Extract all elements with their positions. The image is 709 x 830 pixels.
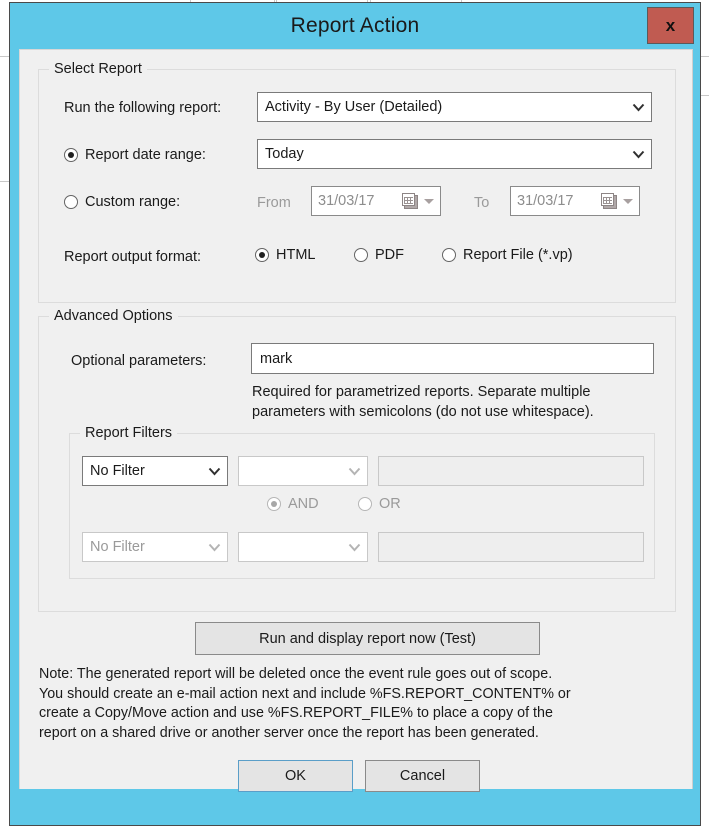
filter-1-type-value: No Filter (90, 463, 145, 479)
chevron-down-icon (424, 198, 434, 204)
filter-1-field-select[interactable] (238, 456, 368, 486)
format-radio-html-label: HTML (276, 247, 316, 263)
from-date-controls[interactable] (402, 192, 440, 210)
report-date-range-radio[interactable]: Report date range: (64, 147, 206, 163)
chevron-down-icon (341, 543, 367, 552)
optional-parameters-hint-line-1: Required for parametrized reports. Separ… (252, 384, 591, 400)
chevron-down-icon (201, 467, 227, 476)
run-report-label: Run the following report: (64, 100, 222, 116)
optional-parameters-value: mark (260, 350, 293, 367)
dialog-body: Select Report Run the following report: … (19, 49, 693, 792)
to-date-controls[interactable] (601, 192, 639, 210)
advanced-options-group-title: Advanced Options (49, 308, 178, 324)
select-report-group-title: Select Report (49, 61, 147, 77)
ok-button[interactable]: OK (238, 760, 353, 792)
chevron-down-icon (625, 150, 651, 159)
close-button[interactable]: x (647, 7, 694, 44)
filter-join-and-label: AND (288, 496, 319, 512)
dialog-titlebar: Report Action x (10, 3, 700, 49)
filter-1-value-input[interactable] (378, 456, 644, 486)
format-radio-report-file[interactable]: Report File (*.vp) (442, 247, 573, 263)
date-range-select-value: Today (265, 146, 304, 162)
screen: Report Action x Select Report Run the fo… (0, 0, 709, 830)
radio-dot-icon (255, 248, 269, 262)
radio-dot-icon (354, 248, 368, 262)
footer-note-line-1: Note: The generated report will be delet… (39, 666, 553, 682)
chevron-down-icon (201, 543, 227, 552)
run-test-button[interactable]: Run and display report now (Test) (195, 622, 540, 655)
filter-2-type-select[interactable]: No Filter (82, 532, 228, 562)
from-date-picker[interactable]: 31/03/17 (311, 186, 441, 216)
filter-2-field-select[interactable] (238, 532, 368, 562)
select-report-group: Select Report Run the following report: … (38, 61, 676, 303)
dialog-title: Report Action (290, 14, 420, 37)
format-radio-pdf-label: PDF (375, 247, 404, 263)
calendar-icon (402, 192, 419, 210)
optional-parameters-label: Optional parameters: (71, 353, 207, 369)
optional-parameters-hint-line-2: parameters with semicolons (do not use w… (252, 404, 594, 420)
radio-dot-icon (64, 195, 78, 209)
from-label: From (257, 195, 291, 211)
optional-parameters-input[interactable]: mark (251, 343, 654, 374)
format-radio-report-file-label: Report File (*.vp) (463, 247, 573, 263)
to-label: To (474, 195, 490, 211)
report-date-range-radio-label: Report date range: (85, 147, 206, 163)
filter-join-or-radio[interactable]: OR (358, 496, 401, 512)
radio-dot-icon (267, 497, 281, 511)
filter-1-type-select[interactable]: No Filter (82, 456, 228, 486)
format-radio-html[interactable]: HTML (255, 247, 315, 263)
filter-2-value-input[interactable] (378, 532, 644, 562)
cancel-button[interactable]: Cancel (365, 760, 480, 792)
advanced-options-group: Advanced Options Optional parameters: ma… (38, 308, 676, 612)
custom-range-radio-label: Custom range: (85, 194, 181, 210)
report-action-dialog: Report Action x Select Report Run the fo… (9, 2, 701, 826)
filter-join-and-radio[interactable]: AND (267, 496, 319, 512)
date-range-select[interactable]: Today (257, 139, 652, 169)
report-filters-group: Report Filters No Filter AND OR No Filte… (69, 425, 655, 579)
report-select[interactable]: Activity - By User (Detailed) (257, 92, 652, 122)
format-radio-pdf[interactable]: PDF (354, 247, 404, 263)
footer-note-line-4: report on a shared drive or another serv… (39, 724, 539, 741)
filter-join-or-label: OR (379, 496, 401, 512)
custom-range-radio[interactable]: Custom range: (64, 194, 180, 210)
radio-dot-icon (64, 148, 78, 162)
chevron-down-icon (623, 198, 633, 204)
chevron-down-icon (341, 467, 367, 476)
report-filters-group-title: Report Filters (80, 425, 178, 441)
footer-note-line-2: You should create an e-mail action next … (39, 685, 571, 702)
from-date-value: 31/03/17 (318, 193, 375, 209)
radio-dot-icon (442, 248, 456, 262)
to-date-value: 31/03/17 (517, 193, 574, 209)
footer-note: Note: The generated report will be delet… (39, 665, 679, 743)
report-select-value: Activity - By User (Detailed) (265, 99, 443, 115)
output-format-label: Report output format: (64, 249, 202, 265)
calendar-icon (601, 192, 618, 210)
footer-note-line-3: create a Copy/Move action and use %FS.RE… (39, 705, 553, 721)
chevron-down-icon (625, 103, 651, 112)
radio-dot-icon (358, 497, 372, 511)
to-date-picker[interactable]: 31/03/17 (510, 186, 640, 216)
filter-2-type-value: No Filter (90, 539, 145, 555)
